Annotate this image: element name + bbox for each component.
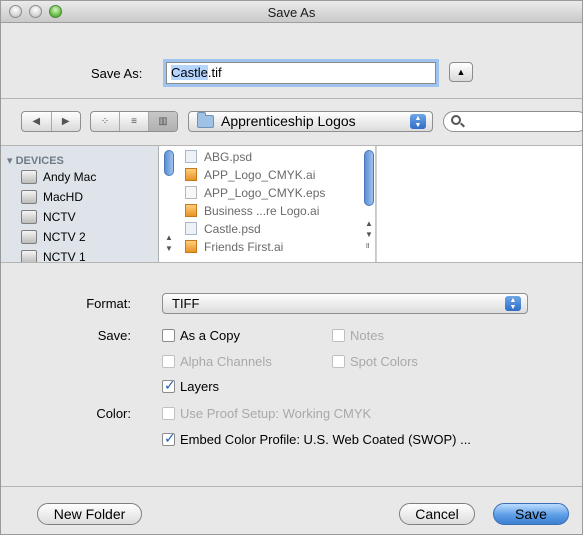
format-popup[interactable]: TIFF ▲ ▼ (162, 293, 528, 314)
sidebar-heading-label: DEVICES (15, 155, 64, 167)
sidebar-item-label: MacHD (43, 190, 84, 204)
sidebar-item-label: Andy Mac (43, 170, 97, 184)
checkmark-icon: ✓ (164, 377, 176, 393)
folder-icon (197, 112, 214, 128)
psd-file-icon (185, 150, 197, 163)
sidebar-item-andy-mac[interactable]: Andy Mac (21, 170, 96, 188)
cancel-button[interactable]: Cancel (399, 503, 475, 525)
back-forward-buttons: ◀ ▶ (21, 111, 81, 132)
checkbox-icon (162, 407, 175, 420)
scroll-arrows-icon[interactable]: ▲ ▼ ॥ (365, 218, 373, 251)
checkbox-icon: ✓ (162, 430, 176, 446)
file-browser: ▾ DEVICES Andy Mac MacHD NCTV NCTV 2 NCT… (1, 145, 582, 263)
checkbox-icon: ✓ (162, 377, 176, 393)
file-name: Business ...re Logo.ai (204, 204, 320, 218)
hard-drive-icon (21, 230, 37, 244)
checkbox-label: Notes (350, 328, 384, 343)
format-value: TIFF (172, 296, 200, 311)
new-folder-button[interactable]: New Folder (37, 503, 142, 525)
forward-arrow-icon[interactable]: ▶ (52, 112, 81, 131)
sidebar-item-nctv-2[interactable]: NCTV 2 (21, 230, 86, 248)
save-options-label: Save: (97, 328, 131, 343)
notes-checkbox[interactable]: Notes (332, 328, 384, 343)
filename-extension: .tif (207, 65, 222, 80)
filename-input[interactable]: Castle.tif (166, 62, 436, 84)
ai-file-icon (185, 168, 197, 181)
file-name: Friends First.ai (204, 240, 284, 254)
list-item[interactable]: Castle.psd (185, 222, 261, 238)
as-a-copy-checkbox[interactable]: As a Copy (162, 328, 240, 343)
sidebar-item-nctv[interactable]: NCTV (21, 210, 76, 228)
checkmark-icon: ✓ (164, 430, 176, 446)
save-button[interactable]: Save (493, 503, 569, 525)
sidebar-item-nctv-1[interactable]: NCTV 1 (21, 250, 86, 262)
ai-file-icon (185, 240, 197, 253)
computer-icon (21, 170, 37, 184)
save-as-dialog: Save As Save As: Castle.tif ▲ ◀ ▶ ⁘ ≡ ▥ … (0, 0, 583, 535)
psd-file-icon (185, 222, 197, 235)
alpha-channels-checkbox[interactable]: Alpha Channels (162, 354, 272, 369)
filename-selected-text: Castle (171, 65, 208, 80)
scroll-thumb[interactable] (364, 150, 374, 206)
search-field[interactable] (443, 111, 582, 132)
list-item[interactable]: APP_Logo_CMYK.eps (185, 186, 325, 202)
format-label: Format: (86, 296, 131, 311)
sidebar: ▾ DEVICES Andy Mac MacHD NCTV NCTV 2 NCT… (1, 146, 159, 262)
divider (1, 98, 582, 99)
hard-drive-icon (21, 210, 37, 224)
checkbox-icon (162, 329, 175, 342)
file-name: APP_Logo_CMYK.eps (204, 186, 326, 200)
color-options-label: Color: (96, 406, 131, 421)
checkbox-icon (332, 329, 345, 342)
chevron-updown-icon: ▲ ▼ (410, 114, 426, 129)
checkbox-label: Spot Colors (350, 354, 418, 369)
sidebar-heading[interactable]: ▾ DEVICES (7, 154, 64, 167)
view-mode-buttons: ⁘ ≡ ▥ (90, 111, 178, 132)
checkbox-icon (332, 355, 345, 368)
list-item[interactable]: Friends First.ai (185, 240, 283, 256)
title-bar: Save As (1, 1, 582, 23)
eps-file-icon (185, 186, 197, 199)
embed-color-profile-checkbox[interactable]: ✓ Embed Color Profile: U.S. Web Coated (S… (162, 430, 471, 447)
window-title: Save As (267, 5, 316, 20)
file-name: APP_Logo_CMYK.ai (204, 168, 316, 182)
column-view-icon[interactable]: ▥ (149, 112, 177, 131)
location-popup[interactable]: Apprenticeship Logos ▲ ▼ (188, 111, 433, 132)
checkbox-label: Layers (180, 379, 220, 394)
scroll-arrows-icon[interactable]: ▲ ▼ (165, 232, 173, 254)
collapse-dialog-button[interactable]: ▲ (449, 62, 473, 82)
hard-drive-icon (21, 190, 37, 204)
chevron-updown-icon: ▲ ▼ (505, 296, 521, 311)
proof-setup-checkbox[interactable]: Use Proof Setup: Working CMYK (162, 406, 371, 421)
location-label: Apprenticeship Logos (221, 113, 356, 129)
file-name: ABG.psd (204, 150, 253, 164)
back-arrow-icon[interactable]: ◀ (22, 112, 52, 131)
save-as-label: Save As: (91, 66, 143, 81)
ai-file-icon (185, 204, 197, 217)
list-item[interactable]: APP_Logo_CMYK.ai (185, 168, 315, 184)
sidebar-item-label: NCTV (43, 210, 76, 224)
divider (1, 486, 582, 487)
list-view-icon[interactable]: ≡ (120, 112, 149, 131)
checkbox-label: As a Copy (180, 328, 240, 343)
search-icon (451, 115, 461, 125)
checkbox-label: Embed Color Profile: U.S. Web Coated (SW… (180, 432, 471, 447)
layers-checkbox[interactable]: ✓ Layers (162, 377, 220, 394)
file-name: Castle.psd (204, 222, 261, 236)
scroll-thumb[interactable] (164, 150, 174, 176)
icon-view-icon[interactable]: ⁘ (91, 112, 120, 131)
sidebar-item-label: NCTV 1 (43, 250, 86, 262)
triangle-up-icon: ▲ (456, 67, 466, 77)
checkbox-label: Alpha Channels (180, 354, 272, 369)
spot-colors-checkbox[interactable]: Spot Colors (332, 354, 418, 369)
list-item[interactable]: ABG.psd (185, 150, 252, 166)
sidebar-item-label: NCTV 2 (43, 230, 86, 244)
hard-drive-icon (21, 250, 37, 262)
column-divider[interactable] (376, 146, 377, 262)
list-item[interactable]: Business ...re Logo.ai (185, 204, 319, 220)
file-column: ▲ ▼ ABG.psd APP_Logo_CMYK.ai APP_Logo_CMY… (161, 146, 376, 262)
sidebar-item-machd[interactable]: MacHD (21, 190, 83, 208)
checkbox-label: Use Proof Setup: Working CMYK (180, 406, 372, 421)
checkbox-icon (162, 355, 175, 368)
